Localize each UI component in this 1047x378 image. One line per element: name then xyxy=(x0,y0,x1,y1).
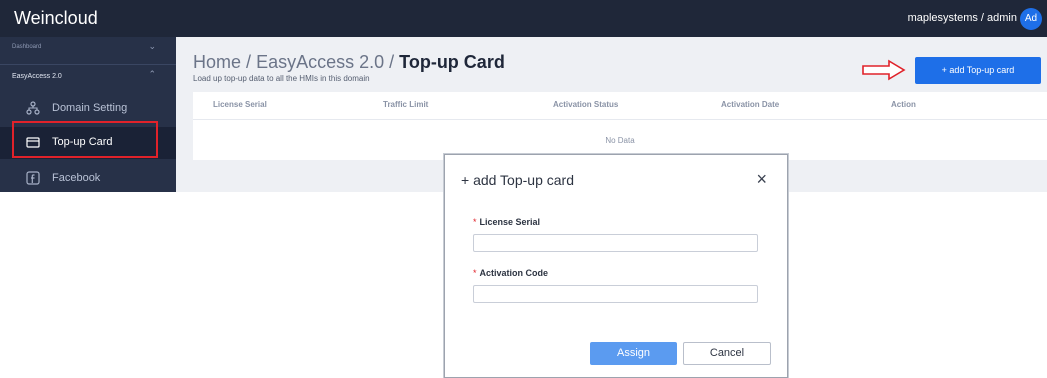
top-bar: Weincloud maplesystems / admin Ad xyxy=(0,0,1047,37)
column-header-activation-status[interactable]: Activation Status xyxy=(553,100,618,109)
chevron-down-icon: ⌄ xyxy=(148,41,156,51)
add-topup-card-dialog: + add Top-up card × * License Serial * Act… xyxy=(444,154,788,378)
field-label-text: Activation Code xyxy=(479,268,549,278)
highlight-box xyxy=(12,121,158,158)
sidebar-item-label: Domain Setting xyxy=(52,102,128,114)
brand-logo[interactable]: Weincloud xyxy=(14,8,98,29)
breadcrumb-separator: / xyxy=(389,52,395,72)
activation-code-label: * Activation Code xyxy=(473,268,548,278)
required-marker: * xyxy=(473,268,477,278)
license-serial-label: * License Serial xyxy=(473,217,540,227)
empty-state-text: No Data xyxy=(605,136,635,145)
assign-button[interactable]: Assign xyxy=(590,342,677,365)
close-icon[interactable]: × xyxy=(756,169,767,190)
sidebar: Dashboard ⌄ EasyAccess 2.0 ⌃ Domain Sett… xyxy=(0,37,176,192)
sidebar-section-easyaccess[interactable]: EasyAccess 2.0 ⌃ xyxy=(0,64,176,90)
facebook-icon xyxy=(26,171,40,185)
column-header-license-serial[interactable]: License Serial xyxy=(213,100,267,109)
activation-code-input[interactable] xyxy=(473,285,758,303)
breadcrumb: Home / EasyAccess 2.0 / Top-up Card xyxy=(193,52,505,73)
arrow-right-icon xyxy=(862,59,906,81)
breadcrumb-easyaccess[interactable]: EasyAccess 2.0 xyxy=(256,52,384,72)
column-header-traffic-limit[interactable]: Traffic Limit xyxy=(383,100,428,109)
column-header-activation-date[interactable]: Activation Date xyxy=(721,100,779,109)
chevron-up-icon: ⌃ xyxy=(148,69,156,79)
sidebar-section-label: EasyAccess 2.0 xyxy=(12,73,62,80)
sidebar-section-dashboard[interactable]: Dashboard ⌄ xyxy=(0,37,176,63)
add-topup-card-button[interactable]: + add Top-up card xyxy=(915,57,1041,84)
license-serial-input[interactable] xyxy=(473,234,758,252)
breadcrumb-separator: / xyxy=(246,52,252,72)
avatar[interactable]: Ad xyxy=(1020,8,1042,30)
topup-table: License Serial Traffic Limit Activation … xyxy=(193,92,1047,160)
breadcrumb-home[interactable]: Home xyxy=(193,52,241,72)
cancel-button[interactable]: Cancel xyxy=(683,342,771,365)
page-subtitle: Load up top-up data to all the HMIs in t… xyxy=(193,74,370,83)
table-divider xyxy=(193,119,1047,120)
dialog-title: + add Top-up card xyxy=(461,172,574,188)
sidebar-item-label: Facebook xyxy=(52,172,101,184)
field-label-text: License Serial xyxy=(479,217,541,227)
network-icon xyxy=(26,101,40,115)
user-menu[interactable]: maplesystems / admin xyxy=(908,12,1017,24)
page-title: Top-up Card xyxy=(399,52,505,72)
column-header-action: Action xyxy=(891,100,916,109)
sidebar-item-facebook[interactable]: Facebook xyxy=(0,163,176,195)
sidebar-section-label: Dashboard xyxy=(12,44,42,50)
required-marker: * xyxy=(473,217,477,227)
